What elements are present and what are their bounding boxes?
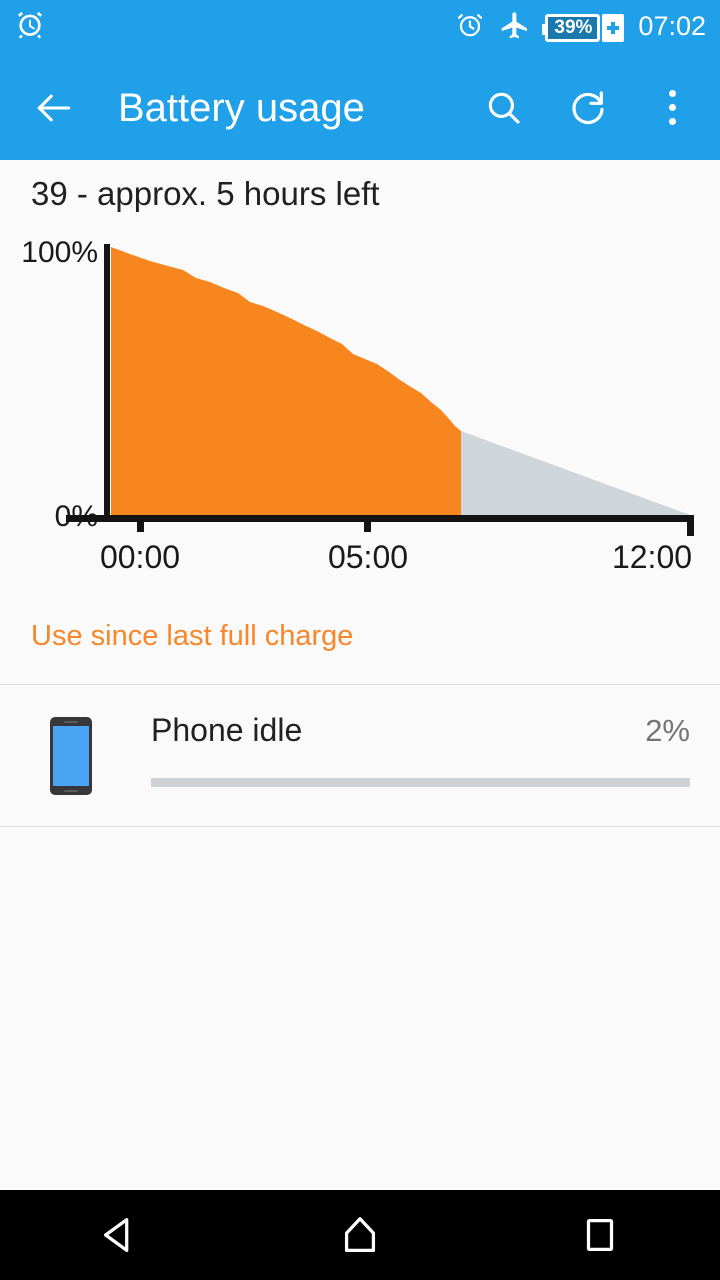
usage-row-percent: 2% xyxy=(645,713,690,748)
search-icon[interactable] xyxy=(480,84,528,132)
battery-percent-label: 39% xyxy=(554,17,593,38)
list-bottom-divider xyxy=(0,826,720,827)
alarm-set-icon xyxy=(455,10,485,45)
chart-y-axis xyxy=(104,244,110,517)
x-axis-tick-label-0: 00:00 xyxy=(100,539,180,575)
page-title: Battery usage xyxy=(118,85,365,130)
app-bar: Battery usage xyxy=(0,55,720,160)
battery-icon: 39% xyxy=(542,13,601,42)
chart-x-tick-2 xyxy=(687,522,694,536)
battery-status-indicator: 39% xyxy=(542,13,625,42)
x-axis-tick-label-1: 05:00 xyxy=(328,539,408,575)
usage-row-content: Phone idle 2% xyxy=(151,708,690,803)
chart-area-used xyxy=(111,247,461,515)
status-bar: 39% 07:02 xyxy=(0,0,720,55)
battery-plus-icon xyxy=(602,13,625,42)
overflow-menu-icon[interactable] xyxy=(648,84,696,132)
status-bar-right-icons: 39% 07:02 xyxy=(455,9,706,46)
y-axis-top-label: 100% xyxy=(21,236,98,269)
app-bar-actions xyxy=(480,84,696,132)
nav-home-icon[interactable] xyxy=(300,1190,420,1280)
refresh-icon[interactable] xyxy=(564,84,612,132)
system-navigation-bar xyxy=(0,1190,720,1280)
nav-recents-icon[interactable] xyxy=(540,1190,660,1280)
nav-back-icon[interactable] xyxy=(60,1190,180,1280)
chart-x-axis xyxy=(66,515,694,522)
list-item[interactable]: Phone idle 2% xyxy=(0,685,720,826)
battery-summary-text: 39 - approx. 5 hours left xyxy=(31,175,380,212)
usage-progress-bar xyxy=(151,778,690,787)
chart-x-tick-1 xyxy=(364,522,371,532)
chart-x-tick-0 xyxy=(137,522,144,532)
x-axis-tick-label-2: 12:00 xyxy=(612,539,692,575)
content-area: 39 - approx. 5 hours left 100% 0% xyxy=(0,160,720,1190)
alarm-clock-icon xyxy=(14,9,46,46)
usage-row-label: Phone idle xyxy=(151,712,303,748)
android-screen: 39% 07:02 Battery usage 39 - approx. 5 h… xyxy=(0,0,720,1280)
chart-legend-note: Use since last full charge xyxy=(31,620,354,652)
status-bar-clock: 07:02 xyxy=(638,11,706,41)
battery-history-chart: 100% 0% 00:00 05:00 xyxy=(0,230,720,590)
battery-chart-svg: 100% 0% 00:00 05:00 xyxy=(21,236,694,575)
chart-area-projected-wedge xyxy=(461,431,690,515)
status-bar-left-icons xyxy=(14,9,46,46)
back-arrow-icon[interactable] xyxy=(30,84,78,132)
airplane-mode-icon xyxy=(499,9,531,46)
phone-icon xyxy=(50,716,92,795)
